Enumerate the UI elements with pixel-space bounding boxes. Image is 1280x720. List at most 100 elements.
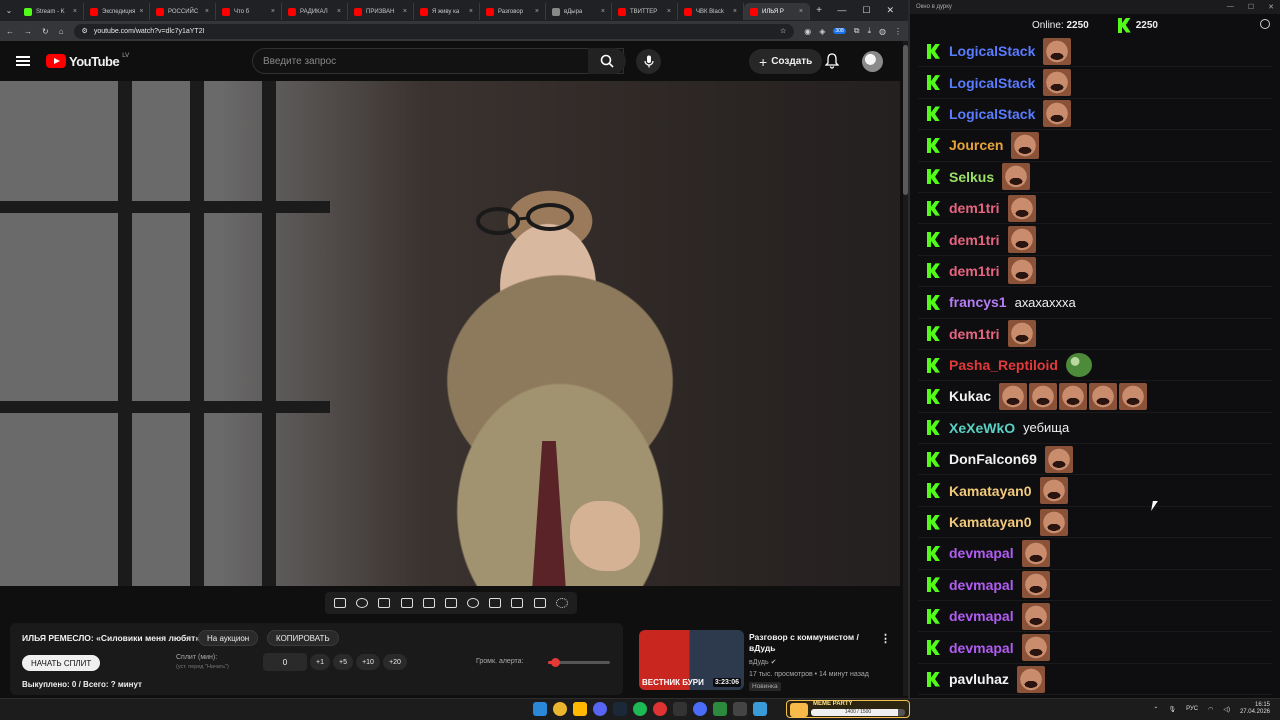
download-icon[interactable]: ⤓	[867, 26, 871, 36]
alert-volume-slider[interactable]	[548, 658, 610, 667]
profile-icon[interactable]: ◍	[879, 27, 886, 36]
extension-icon[interactable]: ◉	[804, 27, 811, 36]
chat-username[interactable]: Kukac	[949, 388, 991, 404]
tab-close-icon[interactable]: ×	[535, 8, 539, 15]
tab-close-icon[interactable]: ×	[799, 8, 803, 15]
chat-username[interactable]: devmapal	[949, 608, 1014, 624]
more-options-icon[interactable]: ⋮	[880, 632, 891, 645]
maximize-icon[interactable]: ☐	[1248, 3, 1254, 11]
playlist-icon[interactable]	[378, 598, 391, 608]
browser-tab[interactable]: ТВИТТЕР ×	[612, 3, 678, 20]
tab-close-icon[interactable]: ×	[139, 8, 143, 15]
auction-button[interactable]: На аукцион	[198, 630, 259, 646]
volume-icon[interactable]: ◁)	[1223, 706, 1230, 713]
notifications-bell-icon[interactable]	[825, 53, 839, 69]
chat-username[interactable]: Kamatayan0	[949, 514, 1032, 530]
loop-icon[interactable]	[334, 598, 347, 608]
chevron-up-icon[interactable]: ⌃	[1153, 706, 1158, 713]
app-icon[interactable]	[713, 702, 727, 716]
increment-5-button[interactable]: +5	[333, 654, 353, 670]
tab-close-icon[interactable]: ×	[205, 8, 209, 15]
app-icon[interactable]	[653, 702, 667, 716]
tab-close-icon[interactable]: ×	[271, 8, 275, 15]
tab-close-icon[interactable]: ×	[73, 8, 77, 15]
app-icon[interactable]	[733, 702, 747, 716]
chat-username[interactable]: Pasha_Reptiloid	[949, 357, 1058, 373]
broadcast-icon[interactable]	[356, 598, 369, 608]
browser-tab[interactable]: ЧВК Black ×	[678, 3, 744, 20]
maximize-icon[interactable]: ☐	[862, 5, 870, 16]
discord-icon[interactable]	[593, 702, 607, 716]
wifi-icon[interactable]: ◠	[1208, 706, 1213, 713]
extension-icon[interactable]: ◈	[819, 27, 825, 36]
increment-1-button[interactable]: +1	[310, 654, 330, 670]
meme-party-widget[interactable]: MEME PARTY 1400 / 1500	[786, 700, 910, 718]
account-avatar[interactable]	[862, 51, 883, 72]
flask-icon[interactable]	[533, 598, 546, 608]
minimize-icon[interactable]: —	[837, 5, 846, 16]
extension-badge[interactable]: 308	[833, 28, 846, 34]
browser-tab[interactable]: Stream - K ×	[18, 3, 84, 20]
site-info-icon[interactable]: ⚙	[82, 27, 88, 35]
minimize-icon[interactable]: —	[1227, 3, 1234, 11]
browser-tab[interactable]: РАДИКАЛ ×	[282, 3, 348, 20]
reload-icon[interactable]: ↻	[42, 27, 49, 36]
chat-username[interactable]: devmapal	[949, 640, 1014, 656]
chat-username[interactable]: dem1tri	[949, 326, 1000, 342]
address-field[interactable]: ⚙ youtube.com/watch?v=dlc7y1aYT2I ☆	[73, 23, 795, 39]
speed-icon[interactable]	[467, 598, 480, 608]
video-player[interactable]	[0, 81, 900, 586]
split-minutes-input[interactable]: 0	[263, 653, 307, 671]
video-thumbnail[interactable]: ВЕСТНИК БУРИ 3:23:06	[639, 630, 744, 690]
browser-tab[interactable]: ИЛЬЯ Р ×	[744, 3, 810, 20]
increment-20-button[interactable]: +20	[383, 654, 407, 670]
tab-search-icon[interactable]: ⌄	[0, 6, 18, 15]
new-tab-button[interactable]: +	[810, 5, 828, 16]
chat-username[interactable]: Kamatayan0	[949, 483, 1032, 499]
clapper-icon[interactable]	[400, 598, 413, 608]
volume-knob[interactable]	[551, 658, 561, 667]
channel-name[interactable]: вДудь ✔	[749, 658, 776, 666]
menu-dots-icon[interactable]: ⋮	[894, 27, 902, 36]
browser-tab[interactable]: Разговор ×	[480, 3, 546, 20]
app-icon[interactable]	[673, 702, 687, 716]
camera-icon[interactable]	[511, 598, 524, 608]
chat-username[interactable]: devmapal	[949, 545, 1014, 561]
close-window-icon[interactable]: ✕	[886, 5, 894, 16]
home-icon[interactable]: ⌂	[59, 27, 64, 36]
browser-tab[interactable]: Я живу ка ×	[414, 3, 480, 20]
search-input[interactable]: Введите запрос	[252, 48, 624, 74]
browser-tab[interactable]: Что б ×	[216, 3, 282, 20]
search-button[interactable]	[588, 48, 626, 74]
bookmark-star-icon[interactable]: ☆	[780, 27, 786, 35]
chat-username[interactable]: pavluhaz	[949, 671, 1009, 687]
recommended-video[interactable]: ВЕСТНИК БУРИ 3:23:06 Разговор с коммунис…	[639, 630, 901, 694]
app-icon[interactable]	[693, 702, 707, 716]
chat-username[interactable]: dem1tri	[949, 200, 1000, 216]
copy-button[interactable]: КОПИРОВАТЬ	[267, 630, 339, 646]
microphone-icon[interactable]: 🎙	[1168, 706, 1176, 713]
chat-username[interactable]: francys1	[949, 294, 1007, 310]
youtube-logo[interactable]: YouTube LV	[46, 53, 129, 69]
settings-gear-icon[interactable]	[555, 598, 568, 608]
chat-username[interactable]: dem1tri	[949, 232, 1000, 248]
chat-username[interactable]: LogicalStack	[949, 106, 1035, 122]
puzzle-icon[interactable]: ⧉	[854, 26, 860, 36]
chat-username[interactable]: devmapal	[949, 577, 1014, 593]
chat-username[interactable]: LogicalStack	[949, 43, 1035, 59]
cinema-icon[interactable]	[444, 598, 457, 608]
chat-username[interactable]: DonFalcon69	[949, 451, 1037, 467]
back-icon[interactable]: ←	[6, 27, 14, 36]
tab-close-icon[interactable]: ×	[601, 8, 605, 15]
forward-icon[interactable]: →	[24, 27, 32, 36]
chrome-icon[interactable]	[553, 702, 567, 716]
chat-username[interactable]: LogicalStack	[949, 75, 1035, 91]
language-indicator[interactable]: РУС	[1186, 706, 1198, 712]
chat-settings-icon[interactable]	[1260, 19, 1270, 29]
tab-close-icon[interactable]: ×	[667, 8, 671, 15]
clock[interactable]: 16:15 27.04.2026	[1240, 702, 1270, 716]
create-button[interactable]: + Создать	[749, 49, 823, 74]
tab-close-icon[interactable]: ×	[337, 8, 341, 15]
start-split-button[interactable]: НАЧАТЬ СПЛИТ	[22, 655, 101, 671]
telegram-icon[interactable]	[753, 702, 767, 716]
